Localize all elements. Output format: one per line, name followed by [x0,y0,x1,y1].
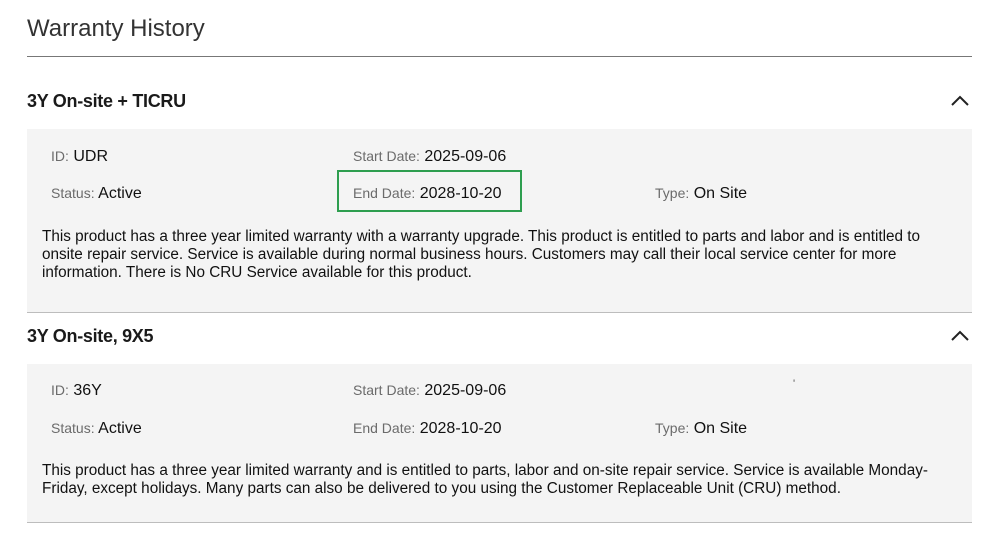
start-date-label: Start Date [353,148,417,164]
status-label: Status [51,185,91,201]
warranty-details-panel-1: ID: UDR Start Date: 2025-09-06 Status: A… [27,129,972,313]
end-date-label: End Date [353,185,412,201]
type-label: Type [655,420,686,436]
id-field: ID: UDR [51,148,109,165]
type-label: Type [655,185,686,201]
start-date-value: 2025-09-06 [424,148,507,165]
warranty-section-1: 3Y On-site + TICRU ID: UDR Start Date: 2… [27,81,972,313]
end-date-value: 2028-10-20 [419,420,502,437]
chevron-up-icon[interactable] [950,326,970,346]
end-date-field: End Date: 2028-10-20 [353,420,502,437]
status-value: Active [98,185,142,202]
end-date-value: 2028-10-20 [419,185,502,202]
status-label: Status [51,420,91,436]
type-field: Type: On Site [655,185,748,202]
title-divider [27,56,972,57]
status-value: Active [98,420,142,437]
stray-mark: ' [793,378,796,390]
start-date-value: 2025-09-06 [424,382,507,399]
warranty-details-panel-2: ID: 36Y Start Date: 2025-09-06 ' Status:… [27,364,972,523]
warranty-title: 3Y On-site, 9X5 [27,325,154,346]
warranty-title: 3Y On-site + TICRU [27,90,186,111]
start-date-label: Start Date [353,382,417,398]
warranty-section-2: 3Y On-site, 9X5 ID: 36Y Start Date: 2025… [27,316,972,523]
page-title: Warranty History [27,15,205,42]
start-date-field: Start Date: 2025-09-06 [353,382,507,399]
warranty-description: This product has a three year limited wa… [42,462,928,497]
end-date-field: End Date: 2028-10-20 [353,185,502,202]
id-label: ID [51,382,65,398]
warranty-header-1[interactable]: 3Y On-site + TICRU [27,81,972,121]
warranty-description: This product has a three year limited wa… [42,228,921,281]
chevron-up-icon[interactable] [950,91,970,111]
type-value: On Site [693,185,748,202]
id-field: ID: 36Y [51,382,102,399]
status-field: Status: Active [51,185,142,202]
start-date-field: Start Date: 2025-09-06 [353,148,507,165]
id-label: ID [51,148,65,164]
warranty-header-2[interactable]: 3Y On-site, 9X5 [27,316,972,356]
status-field: Status: Active [51,420,142,437]
id-value: 36Y [73,382,102,399]
type-field: Type: On Site [655,420,748,437]
type-value: On Site [693,420,748,437]
id-value: UDR [73,148,109,165]
end-date-label: End Date [353,420,412,436]
